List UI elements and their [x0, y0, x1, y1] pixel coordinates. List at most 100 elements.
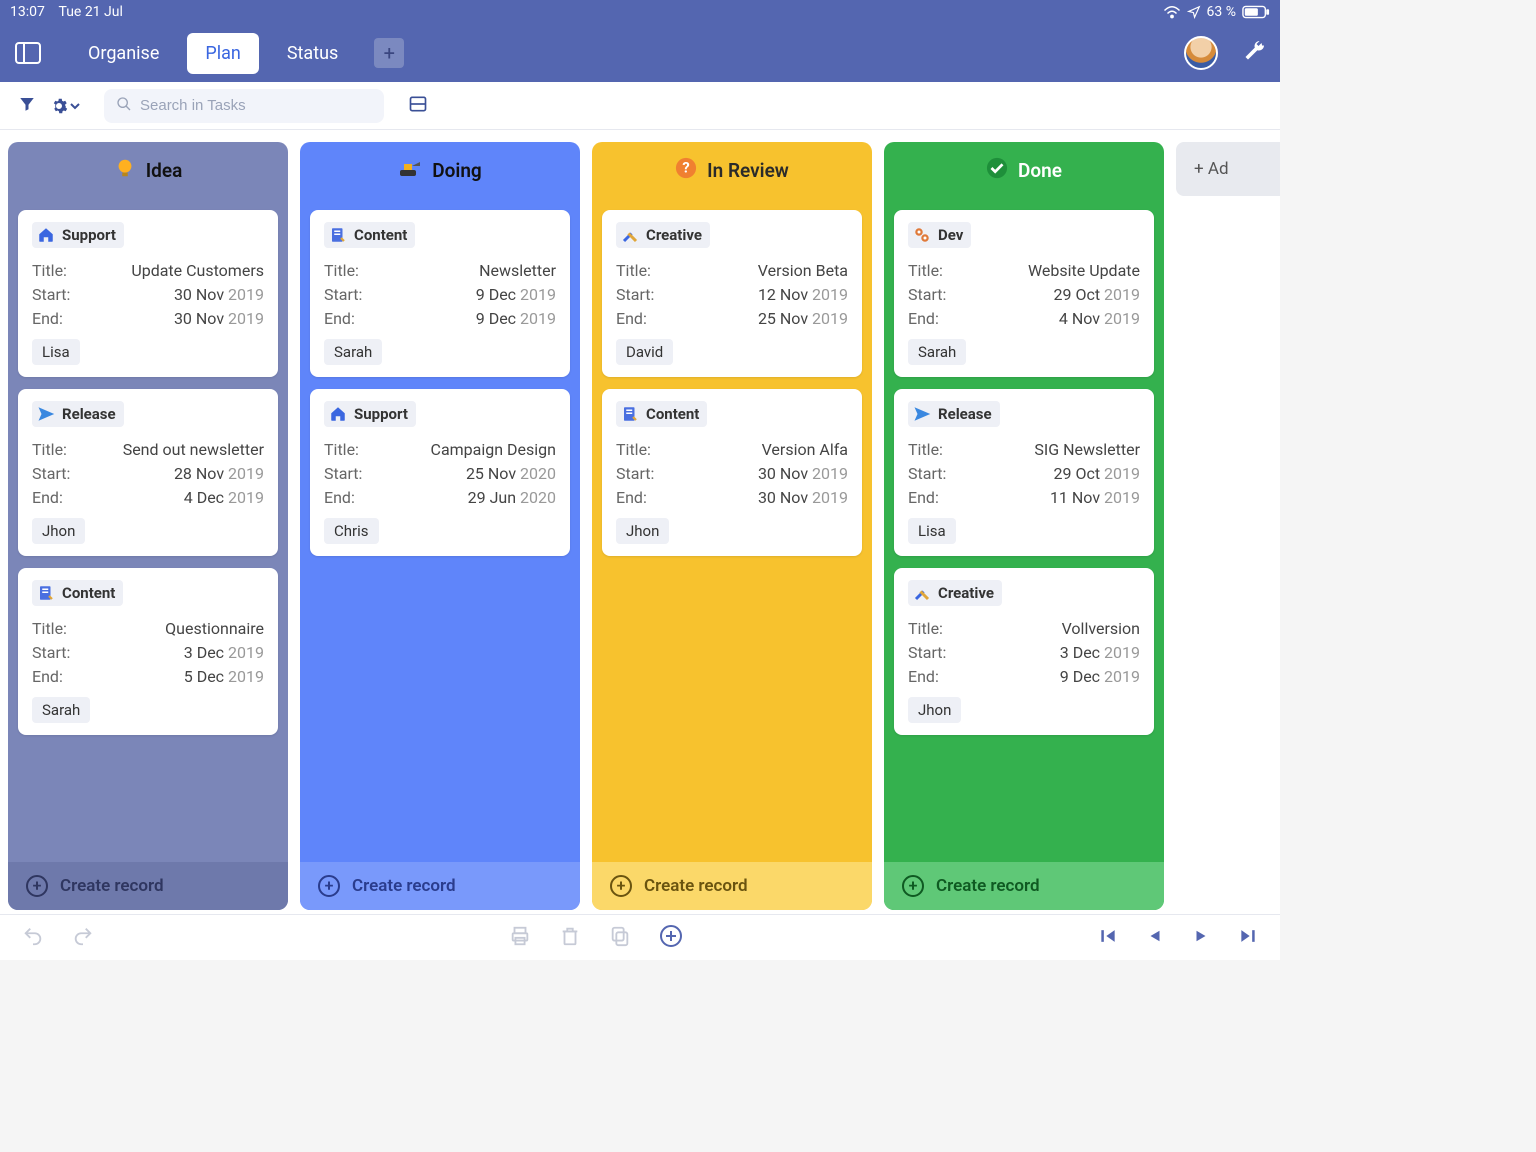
column-header[interactable]: Doing — [300, 142, 580, 198]
gear-icon[interactable] — [50, 97, 80, 115]
search-input-wrap[interactable] — [104, 89, 384, 123]
end-label: End: — [616, 309, 647, 328]
assignee-tag: Lisa — [32, 339, 80, 365]
task-card[interactable]: Dev Title: Website Update Start: 29 Oct … — [894, 210, 1154, 377]
title-label: Title: — [616, 261, 651, 280]
create-record-label: Create record — [352, 876, 456, 896]
task-card[interactable]: Support Title: Update Customers Start: 3… — [18, 210, 278, 377]
column-header[interactable]: Idea — [8, 142, 288, 198]
end-label: End: — [908, 488, 939, 507]
end-value: 5 Dec 2019 — [184, 667, 264, 686]
filter-icon[interactable] — [18, 95, 36, 117]
task-card[interactable]: Creative Title: Version Beta Start: 12 N… — [602, 210, 862, 377]
task-card[interactable]: Release Title: SIG Newsletter Start: 29 … — [894, 389, 1154, 556]
top-bar: Organise Plan Status + — [0, 24, 1280, 82]
svg-text:?: ? — [683, 158, 690, 176]
house-icon — [328, 404, 348, 424]
end-value: 25 Nov 2019 — [758, 309, 848, 328]
assignee-tag: Sarah — [908, 339, 966, 365]
assignee-tag: Sarah — [324, 339, 382, 365]
category-label: Release — [62, 405, 116, 423]
last-icon[interactable] — [1238, 926, 1258, 950]
undo-icon[interactable] — [22, 925, 44, 951]
create-record-button[interactable]: + Create record — [300, 862, 580, 910]
search-input[interactable] — [140, 97, 372, 114]
column-header[interactable]: ? In Review — [592, 142, 872, 198]
task-card[interactable]: Creative Title: Vollversion Start: 3 Dec… — [894, 568, 1154, 735]
tab-status[interactable]: Status — [269, 33, 356, 74]
doc-icon — [328, 225, 348, 245]
create-record-label: Create record — [936, 876, 1040, 896]
title-label: Title: — [908, 261, 943, 280]
first-icon[interactable] — [1098, 926, 1118, 950]
assignee-tag: Jhon — [908, 697, 961, 723]
list-view-icon[interactable] — [408, 94, 428, 118]
question-icon: ? — [675, 157, 697, 184]
category-label: Dev — [938, 226, 963, 244]
start-value: 3 Dec 2019 — [1060, 643, 1140, 662]
end-value: 11 Nov 2019 — [1050, 488, 1140, 507]
print-icon[interactable] — [509, 925, 531, 951]
category-tag: Creative — [908, 580, 1002, 606]
category-tag: Content — [324, 222, 415, 248]
end-label: End: — [616, 488, 647, 507]
settings-wrench-icon[interactable] — [1242, 39, 1266, 67]
trash-icon[interactable] — [559, 925, 581, 951]
avatar[interactable] — [1184, 36, 1218, 70]
next-icon[interactable] — [1192, 927, 1210, 949]
send-icon — [912, 404, 932, 424]
start-value: 30 Nov 2019 — [758, 464, 848, 483]
create-record-button[interactable]: + Create record — [592, 862, 872, 910]
end-label: End: — [32, 309, 63, 328]
title-label: Title: — [908, 619, 943, 638]
task-card[interactable]: Release Title: Send out newsletter Start… — [18, 389, 278, 556]
end-label: End: — [324, 309, 355, 328]
toolbar — [0, 82, 1280, 130]
column-done: Done Dev Title: Website Update Start: 29… — [884, 142, 1164, 910]
column-title: In Review — [707, 159, 789, 182]
create-record-button[interactable]: + Create record — [884, 862, 1164, 910]
title-value: Newsletter — [479, 261, 556, 280]
start-label: Start: — [616, 285, 654, 304]
title-label: Title: — [324, 261, 359, 280]
add-tab-button[interactable]: + — [374, 38, 404, 68]
check-icon — [986, 157, 1008, 184]
task-card[interactable]: Content Title: Newsletter Start: 9 Dec 2… — [310, 210, 570, 377]
kanban-board: Idea Support Title: Update Customers Sta… — [0, 130, 1280, 914]
sidebar-toggle-icon[interactable] — [14, 41, 42, 65]
prev-icon[interactable] — [1146, 927, 1164, 949]
create-record-button[interactable]: + Create record — [8, 862, 288, 910]
start-label: Start: — [616, 464, 654, 483]
category-label: Creative — [938, 584, 994, 602]
redo-icon[interactable] — [72, 925, 94, 951]
tab-organise[interactable]: Organise — [70, 33, 177, 74]
task-card[interactable]: Content Title: Questionnaire Start: 3 De… — [18, 568, 278, 735]
title-value: Campaign Design — [431, 440, 556, 459]
battery-icon — [1242, 5, 1270, 19]
category-label: Content — [354, 226, 407, 244]
start-value: 9 Dec 2019 — [476, 285, 556, 304]
bulb-icon — [114, 157, 136, 184]
tab-plan[interactable]: Plan — [187, 33, 258, 74]
create-record-label: Create record — [644, 876, 748, 896]
column-header[interactable]: Done — [884, 142, 1164, 198]
assignee-tag: Lisa — [908, 518, 956, 544]
title-value: Update Customers — [131, 261, 264, 280]
gears-icon — [912, 225, 932, 245]
title-value: Vollversion — [1062, 619, 1140, 638]
copy-icon[interactable] — [609, 925, 631, 951]
doc-icon — [620, 404, 640, 424]
start-value: 25 Nov 2020 — [466, 464, 556, 483]
task-card[interactable]: Content Title: Version Alfa Start: 30 No… — [602, 389, 862, 556]
add-column-button[interactable]: + Ad — [1176, 142, 1280, 196]
tools-icon — [912, 583, 932, 603]
title-label: Title: — [324, 440, 359, 459]
start-label: Start: — [908, 464, 946, 483]
category-tag: Support — [32, 222, 124, 248]
task-card[interactable]: Support Title: Campaign Design Start: 25… — [310, 389, 570, 556]
add-circle-icon[interactable] — [659, 924, 683, 952]
category-tag: Content — [616, 401, 707, 427]
battery-pct: 63 % — [1207, 4, 1236, 20]
wifi-icon — [1163, 5, 1181, 19]
category-label: Content — [646, 405, 699, 423]
